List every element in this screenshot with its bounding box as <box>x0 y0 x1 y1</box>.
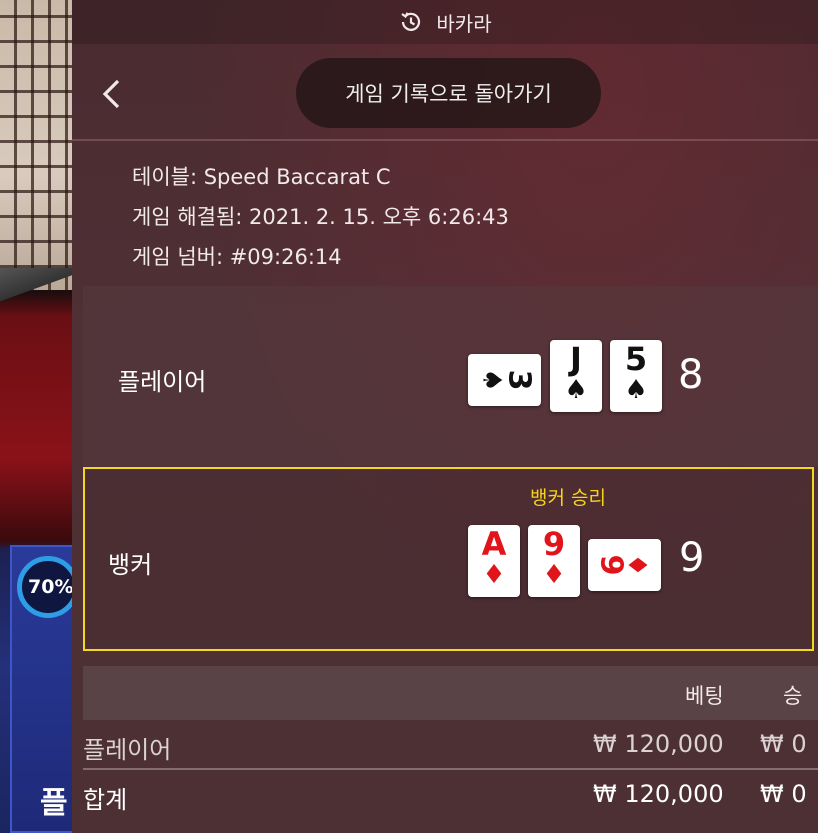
panel-title: 바카라 <box>436 11 492 36</box>
game-number: 게임 넘버: #09:26:14 <box>132 245 342 269</box>
banker-card-1: A ♦ <box>468 525 520 597</box>
bet-amount: ₩ 120,000 <box>593 730 724 758</box>
card-rank: 9 <box>542 525 566 563</box>
back-to-history-button[interactable]: 게임 기록으로 돌아가기 <box>296 58 601 128</box>
banker-card-2: 9 ♦ <box>528 525 580 597</box>
header-divider <box>72 139 818 141</box>
game-history-panel: 바카라 게임 기록으로 돌아가기 테이블: Speed Baccarat C 게… <box>72 0 818 833</box>
card-suit: ♠ <box>564 375 588 405</box>
game-info: 테이블: Speed Baccarat C 게임 해결됨: 2021. 2. 1… <box>132 160 509 280</box>
back-button[interactable] <box>96 76 126 112</box>
card-suit: ♦ <box>482 560 506 590</box>
card-rank: J <box>570 340 582 378</box>
game-resolved-time: 게임 해결됨: 2021. 2. 15. 오후 6:26:43 <box>132 205 509 229</box>
total-win-amount: ₩ 0 <box>760 780 807 808</box>
background-bet-label: 플 <box>40 786 68 821</box>
card-suit: ♦ <box>621 553 652 577</box>
history-clock-icon <box>398 9 424 35</box>
banker-score: 9 <box>679 535 705 581</box>
bets-table-header: 베팅 승 <box>83 666 818 720</box>
chevron-left-icon <box>102 79 120 109</box>
total-bet-amount: ₩ 120,000 <box>593 780 724 808</box>
player-card-1: ♠ 3 <box>468 354 541 406</box>
background-lattice <box>0 0 72 290</box>
banker-hand-row: 뱅커 승리 뱅커 A ♦ 9 ♦ 9 ♦ 9 <box>83 467 814 651</box>
card-rank: 3 <box>501 369 537 391</box>
card-suit: ♠ <box>624 375 648 405</box>
table-row: 플레이어 ₩ 120,000 ₩ 0 <box>83 722 818 770</box>
table-name: 테이블: Speed Baccarat C <box>132 165 391 189</box>
win-column-header: 승 <box>783 684 803 708</box>
banker-card-3: 9 ♦ <box>588 539 661 591</box>
bet-type-name: 플레이어 <box>83 736 172 764</box>
bet-column-header: 베팅 <box>685 684 724 708</box>
background-percent-badge: 70% <box>17 556 79 618</box>
table-divider <box>83 768 818 770</box>
player-hand-row: 플레이어 ♠ 3 J ♠ 5 ♠ 8 <box>83 286 818 466</box>
card-rank: 5 <box>624 340 648 378</box>
banker-label: 뱅커 <box>108 551 153 579</box>
background-game-scene: 70% 플 <box>0 0 79 833</box>
win-amount: ₩ 0 <box>760 730 807 758</box>
card-rank: A <box>481 525 507 563</box>
card-suit: ♦ <box>542 560 566 590</box>
player-score: 8 <box>678 352 704 398</box>
total-label: 합계 <box>83 786 128 814</box>
table-total-row: 합계 ₩ 120,000 ₩ 0 <box>83 772 818 820</box>
background-table-edge <box>0 268 72 308</box>
player-card-3: 5 ♠ <box>610 340 662 412</box>
banker-win-label: 뱅커 승리 <box>530 487 606 509</box>
player-card-2: J ♠ <box>550 340 602 412</box>
panel-header: 바카라 <box>72 0 818 44</box>
player-label: 플레이어 <box>118 368 207 396</box>
